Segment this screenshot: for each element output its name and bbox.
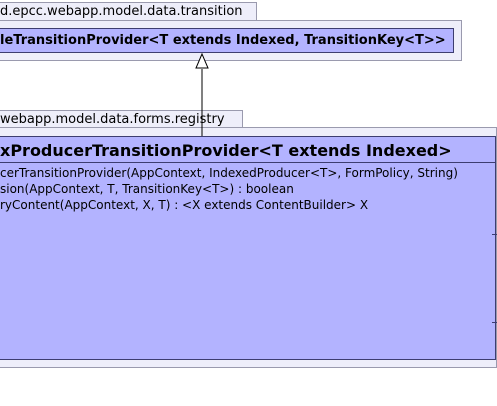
uml-class-diagram: d.epcc.webapp.model.data.transition leTr… — [0, 0, 497, 406]
generalization-arrow — [195, 52, 209, 136]
hollow-triangle-arrowhead — [195, 52, 209, 69]
